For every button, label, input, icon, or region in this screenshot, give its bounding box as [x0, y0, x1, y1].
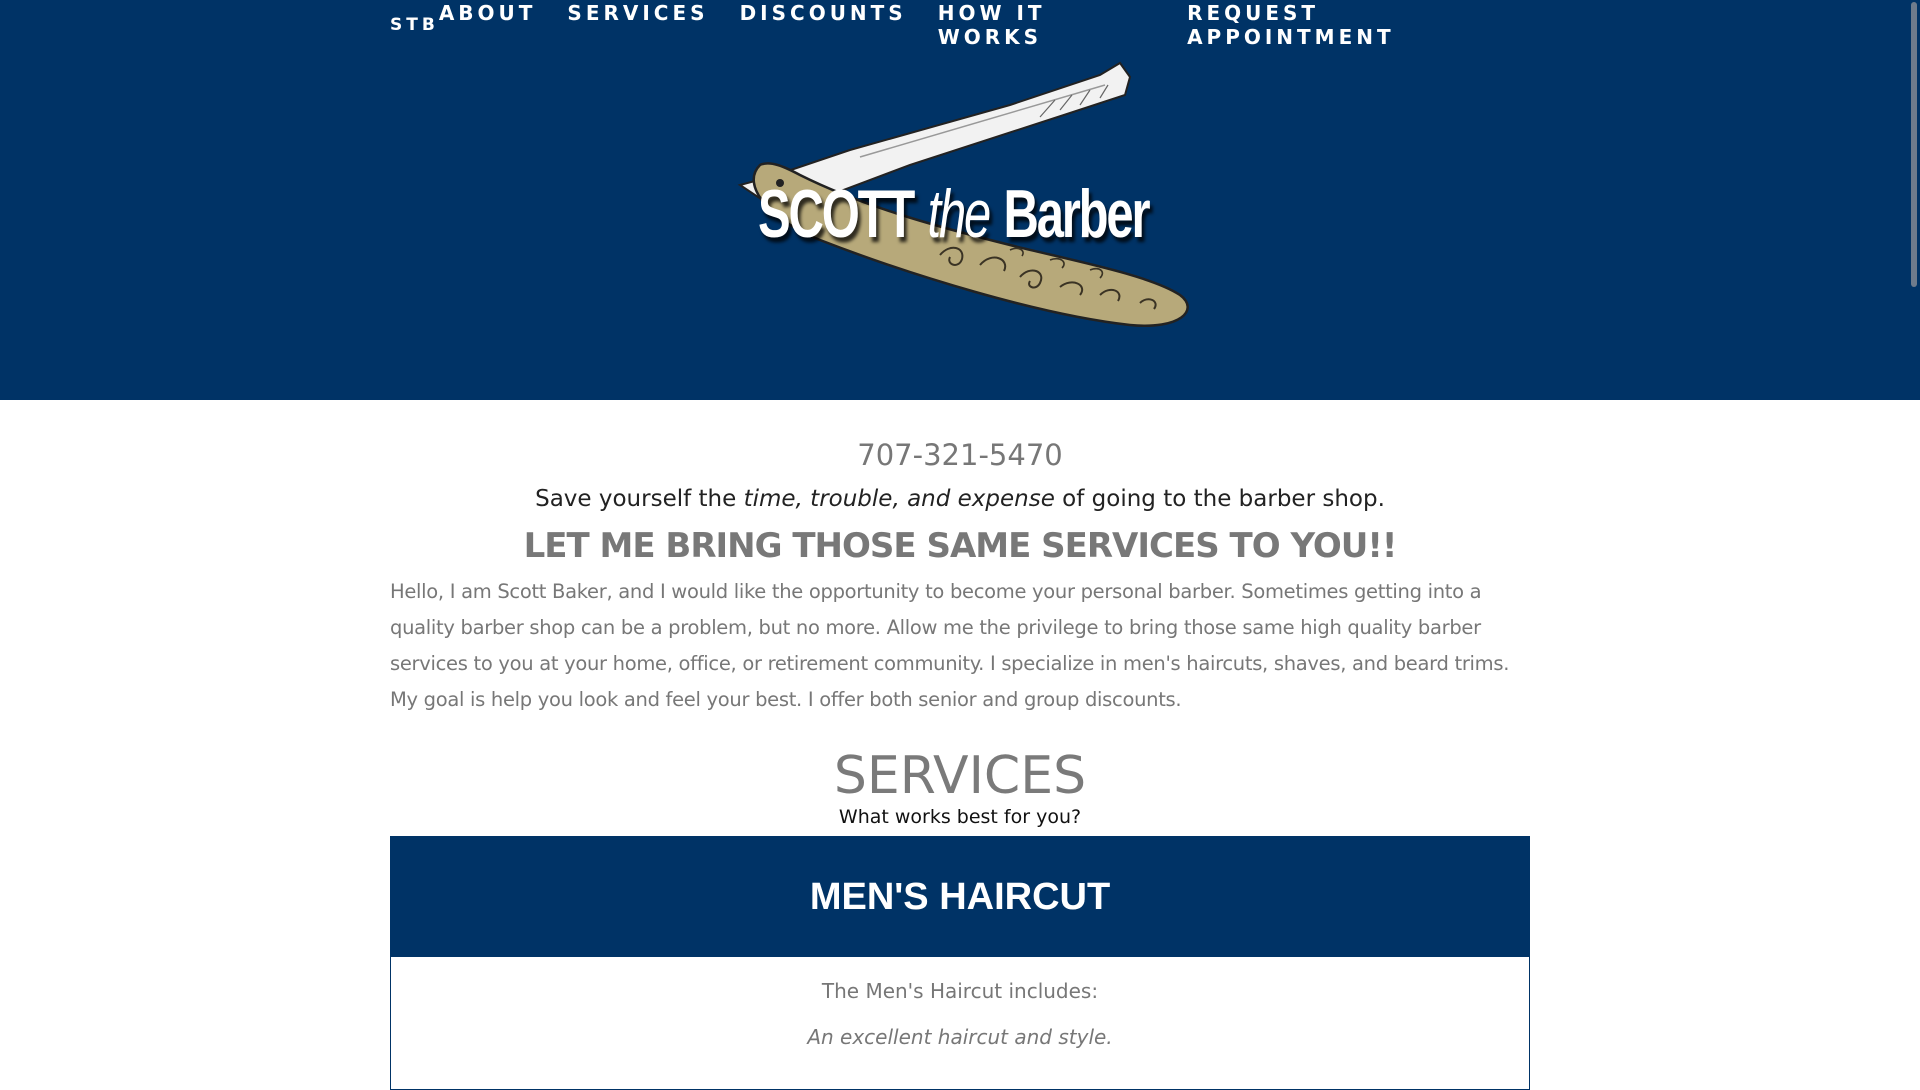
intro-paragraph: Hello, I am Scott Baker, and I would lik…	[390, 580, 1510, 711]
nav-link-discounts[interactable]: DISCOUNTS	[740, 1, 907, 49]
nav-brand-link[interactable]: STB	[390, 15, 439, 35]
service-card-body: The Men's Haircut includes: An excellent…	[391, 957, 1529, 1089]
logo-word-the: the	[927, 176, 992, 252]
nav-link-about[interactable]: ABOUT	[439, 1, 537, 49]
tagline: Save yourself the time, trouble, and exp…	[390, 486, 1530, 512]
scrollbar-thumb[interactable]	[1911, 2, 1917, 287]
nav-links: ABOUT SERVICES DISCOUNTS HOW IT WORKS RE…	[439, 1, 1530, 49]
services-title: SERVICES	[833, 746, 1087, 806]
service-includes: The Men's Haircut includes:	[821, 979, 1099, 1003]
logo-word-barber: Barber	[1003, 176, 1150, 252]
hero-banner: STB ABOUT SERVICES DISCOUNTS HOW IT WORK…	[0, 0, 1920, 400]
service-card-title: MEN'S HAIRCUT	[391, 837, 1529, 957]
services-subtitle: What works best for you?	[838, 806, 1082, 828]
service-feature: An excellent haircut and style.	[807, 1025, 1113, 1049]
service-card-mens-haircut: MEN'S HAIRCUT The Men's Haircut includes…	[390, 836, 1530, 1090]
tagline-before: Save yourself the	[535, 486, 744, 512]
nav-link-services[interactable]: SERVICES	[567, 1, 708, 49]
top-nav: STB ABOUT SERVICES DISCOUNTS HOW IT WORK…	[390, 0, 1530, 50]
logo-word-scott: SCOTT	[758, 176, 915, 252]
main-content: 707-321-5470 Save yourself the time, tro…	[390, 400, 1530, 1090]
logo-wordmark: SCOTT the Barber	[758, 175, 1151, 253]
tagline-after: of going to the barber shop.	[1054, 486, 1385, 512]
headline: LET ME BRING THOSE SAME SERVICES TO YOU!…	[523, 526, 1398, 566]
nav-link-how-it-works[interactable]: HOW IT WORKS	[938, 1, 1156, 49]
nav-link-request-appointment[interactable]: REQUEST APPOINTMENT	[1187, 1, 1530, 49]
phone-number[interactable]: 707-321-5470	[390, 438, 1530, 472]
tagline-emphasis: time, trouble, and expense	[743, 486, 1055, 512]
